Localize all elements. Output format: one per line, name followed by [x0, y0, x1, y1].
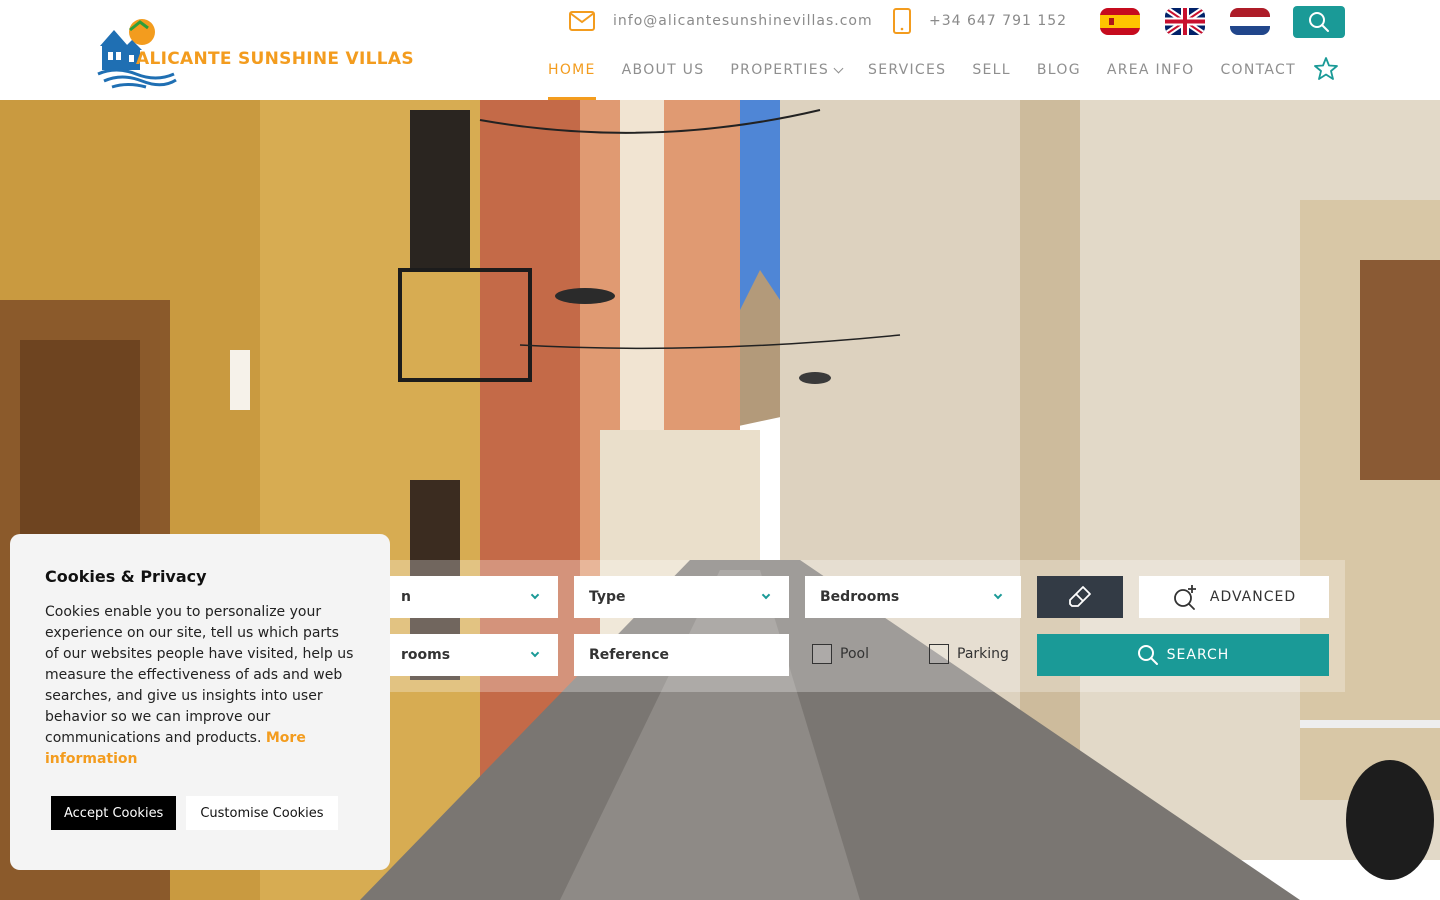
nav-services[interactable]: SERVICES — [868, 58, 946, 100]
language-dutch-flag[interactable] — [1230, 8, 1270, 35]
phone-number: +34 647 791 152 — [929, 13, 1068, 29]
customise-cookies-button[interactable]: Customise Cookies — [186, 796, 338, 830]
location-select-label: n — [401, 589, 411, 605]
favourites-button[interactable] — [1313, 56, 1339, 80]
search-icon — [1309, 12, 1329, 32]
chevron-down-icon — [530, 590, 540, 600]
email-address: info@alicantesunshinevillas.com — [613, 13, 873, 29]
cookie-consent-banner: Cookies & Privacy Cookies enable you to … — [10, 534, 390, 870]
nav-blog[interactable]: BLOG — [1037, 58, 1081, 100]
cookie-title: Cookies & Privacy — [45, 567, 207, 586]
nav-properties[interactable]: PROPERTIES — [730, 58, 844, 100]
advanced-search-label: ADVANCED — [1209, 589, 1297, 605]
bathrooms-select-label: rooms — [401, 647, 451, 663]
nav-services-label: SERVICES — [868, 62, 947, 78]
nav-home-label: HOME — [548, 62, 596, 78]
parking-checkbox[interactable]: Parking — [929, 644, 1009, 664]
parking-checkbox-box[interactable] — [929, 644, 949, 664]
bathrooms-select[interactable]: rooms — [386, 634, 558, 676]
reference-input[interactable] — [574, 634, 789, 676]
type-select-label: Type — [589, 589, 626, 605]
uk-flag-icon — [1165, 8, 1205, 35]
nav-sell-label: SELL — [972, 62, 1011, 78]
search-button[interactable]: SEARCH — [1037, 634, 1329, 676]
chevron-down-icon — [761, 590, 771, 600]
parking-checkbox-label: Parking — [957, 646, 1009, 662]
cookie-actions: Accept Cookies Customise Cookies — [51, 796, 338, 830]
search-plus-icon — [1173, 585, 1196, 610]
logo-text: ALICANTE SUNSHINE VILLAS — [136, 49, 414, 69]
nav-area-info[interactable]: AREA INFO — [1107, 58, 1195, 100]
nav-about-us[interactable]: ABOUT US — [622, 58, 705, 100]
language-english-flag[interactable] — [1165, 8, 1205, 35]
pool-checkbox-label: Pool — [840, 646, 869, 662]
language-spanish-flag[interactable] — [1100, 8, 1140, 35]
pool-checkbox-box[interactable] — [812, 644, 832, 664]
pool-checkbox[interactable]: Pool — [812, 644, 869, 664]
nav-contact[interactable]: CONTACT — [1220, 58, 1296, 100]
mobile-phone-icon — [893, 8, 911, 34]
nav-sell[interactable]: SELL — [972, 58, 1011, 100]
star-icon — [1314, 57, 1338, 80]
cookie-body: Cookies enable you to personalize your e… — [45, 604, 354, 746]
location-select[interactable]: n — [386, 576, 558, 618]
main-navigation: HOME ABOUT US PROPERTIES SERVICES SELL B… — [548, 58, 1322, 100]
search-button-label: SEARCH — [1166, 647, 1230, 663]
accept-cookies-button[interactable]: Accept Cookies — [51, 796, 177, 830]
header-search-button[interactable] — [1293, 6, 1345, 38]
phone-link[interactable]: +34 647 791 152 — [893, 8, 1067, 34]
search-icon — [1137, 645, 1158, 665]
clear-filters-button[interactable] — [1037, 576, 1123, 618]
nav-blog-label: BLOG — [1036, 62, 1081, 78]
cookie-text: Cookies enable you to personalize your e… — [45, 602, 355, 770]
type-select[interactable]: Type — [574, 576, 789, 618]
email-link[interactable]: info@alicantesunshinevillas.com — [569, 8, 873, 34]
chevron-down-icon — [530, 648, 540, 658]
netherlands-flag-icon — [1230, 8, 1270, 35]
eraser-icon — [1069, 586, 1091, 607]
site-header: ALICANTE SUNSHINE VILLAS info@alicantesu… — [0, 0, 1440, 100]
advanced-search-button[interactable]: ADVANCED — [1139, 576, 1329, 618]
nav-properties-label: PROPERTIES — [730, 62, 830, 78]
chevron-down-icon — [833, 63, 844, 74]
chevron-down-icon — [993, 590, 1003, 600]
nav-about-label: ABOUT US — [621, 62, 705, 78]
nav-home[interactable]: HOME — [548, 58, 596, 100]
nav-area-info-label: AREA INFO — [1106, 62, 1195, 78]
nav-contact-label: CONTACT — [1220, 62, 1296, 78]
mail-icon — [569, 11, 595, 31]
bedrooms-select[interactable]: Bedrooms — [805, 576, 1021, 618]
spain-flag-icon — [1100, 8, 1140, 35]
bedrooms-select-label: Bedrooms — [820, 589, 900, 605]
